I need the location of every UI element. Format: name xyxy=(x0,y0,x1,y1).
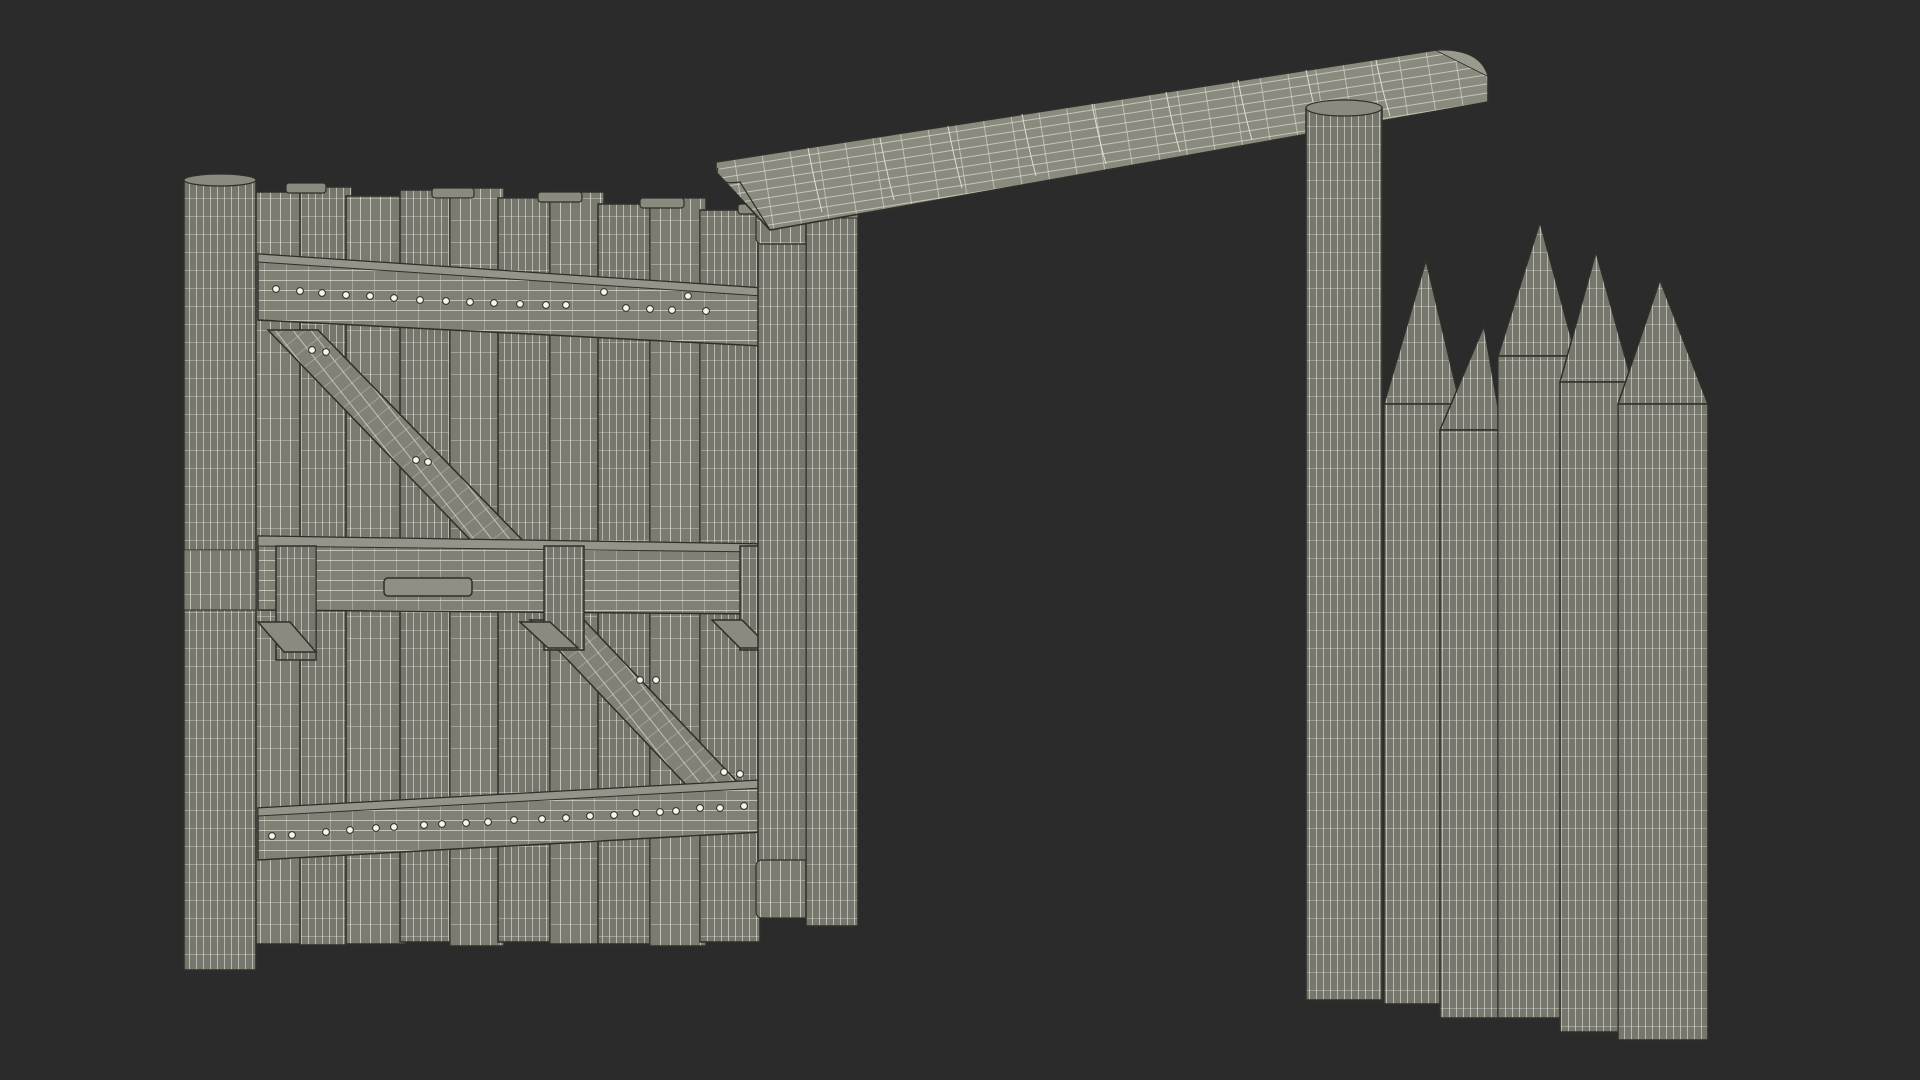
render-viewport xyxy=(0,0,1920,1080)
wireframe-scene xyxy=(0,0,1920,1080)
gate xyxy=(183,173,817,971)
gate-middle-rail xyxy=(257,535,767,615)
stake-2 xyxy=(1438,323,1503,1019)
left-frame-post xyxy=(805,187,859,927)
right-frame-post xyxy=(1305,99,1383,1001)
gate-left-post xyxy=(183,173,257,971)
stake-5 xyxy=(1616,277,1710,1041)
palisade-stakes xyxy=(1383,219,1710,1041)
